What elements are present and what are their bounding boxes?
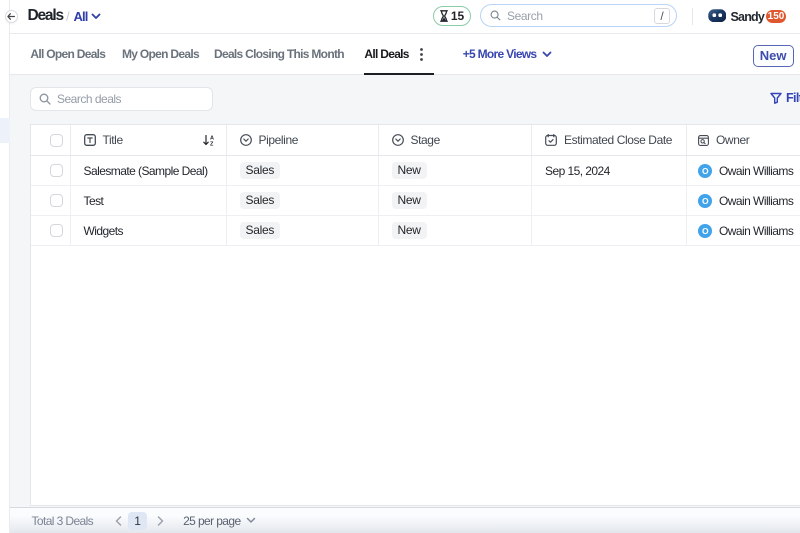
svg-text:Z: Z <box>210 141 214 146</box>
